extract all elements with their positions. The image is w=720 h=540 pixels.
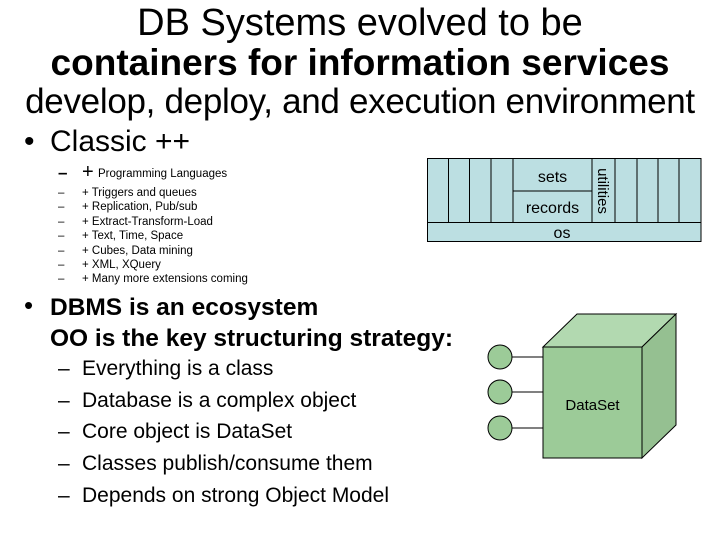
sets-label: sets bbox=[538, 169, 567, 186]
interface-circle bbox=[487, 415, 513, 441]
dataset-cube bbox=[487, 312, 678, 460]
interface-circle bbox=[487, 344, 513, 370]
os-label: os bbox=[554, 225, 571, 242]
component-column bbox=[614, 158, 638, 223]
records-label: records bbox=[526, 200, 579, 217]
component-column bbox=[490, 158, 514, 223]
db-layer-diagram: sets records utilities os DataSet bbox=[427, 158, 702, 460]
component-column bbox=[657, 158, 680, 223]
interface-circle bbox=[487, 379, 513, 405]
component-column bbox=[678, 158, 702, 223]
dataset-label: DataSet bbox=[565, 397, 620, 414]
component-column bbox=[427, 158, 449, 223]
component-column bbox=[469, 158, 492, 223]
component-column bbox=[636, 158, 659, 223]
utilities-label: utilities bbox=[594, 168, 611, 214]
component-column bbox=[448, 158, 470, 223]
